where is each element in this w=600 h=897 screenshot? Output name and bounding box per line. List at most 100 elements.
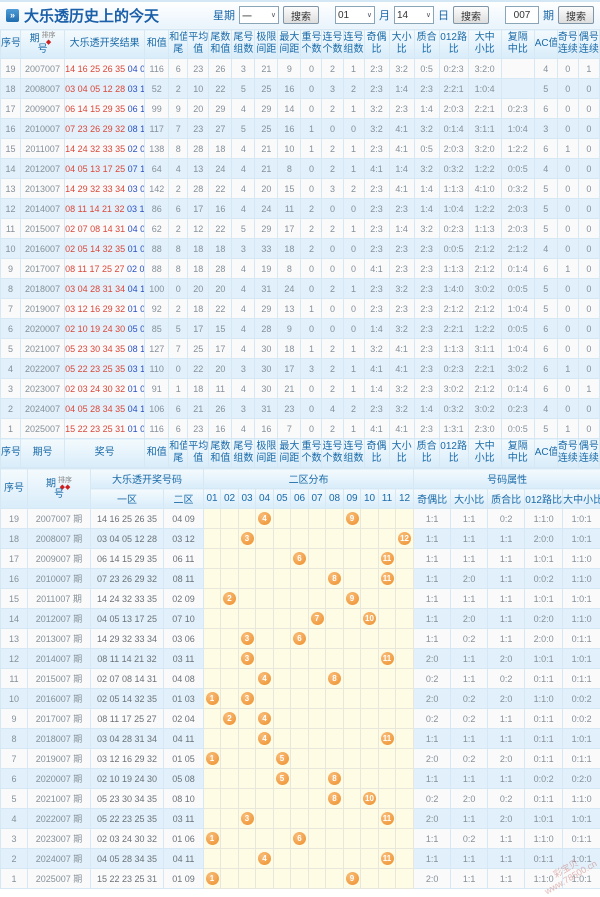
value-cell: 4	[232, 319, 255, 339]
distribution-cell: 11	[379, 729, 396, 749]
value-cell: 2	[322, 279, 343, 299]
value-cell: 1:4	[364, 379, 389, 399]
back-number-ball: 8	[328, 792, 341, 805]
week-search-button[interactable]: 搜索	[283, 6, 319, 24]
attr-value-cell: 1:1	[451, 849, 488, 869]
table-row: 4202200705 22 23 25 35 03 11110022203301…	[1, 359, 600, 379]
chevron-down-icon: ∨	[367, 11, 372, 19]
attr-value-cell: 1:1	[414, 569, 451, 589]
value-cell: 2:1:2	[468, 379, 501, 399]
value-cell: 2:1:2	[501, 239, 534, 259]
column-header: 奇号连续	[557, 439, 578, 468]
issue-search-button[interactable]: 搜索	[558, 6, 594, 24]
back-number-ball: 4	[258, 852, 271, 865]
value-cell: 0	[301, 99, 322, 119]
period-cell: 2024007	[21, 399, 65, 419]
attr-value-cell: 1:0:1	[563, 869, 600, 889]
column-header: 连号个数	[322, 30, 343, 59]
attr-value-cell: 1:1	[488, 729, 525, 749]
header-line: 尾号	[232, 441, 254, 453]
attr-value-cell: 0:2:0	[563, 769, 600, 789]
value-cell: 0	[301, 419, 322, 439]
header-line: 平均	[188, 441, 208, 453]
header-line: 比	[440, 44, 468, 56]
value-cell: 2:3	[414, 239, 439, 259]
front-numbers: 05 23 30 34 35	[65, 344, 125, 354]
sort-label[interactable]: 排序	[42, 32, 56, 39]
value-cell: 11	[278, 199, 301, 219]
table-row: 122014007 期08 11 14 21 3203 113112:01:12…	[1, 649, 600, 669]
value-cell: 4:1	[364, 159, 389, 179]
value-cell: 0	[322, 299, 343, 319]
front-zone-cell: 05 22 23 25 35	[91, 809, 164, 829]
column-header: 平均值	[188, 439, 209, 468]
period-cell: 2023007	[21, 379, 65, 399]
sort-label[interactable]: 排序	[58, 477, 72, 484]
day-select[interactable]: 14 ∨	[394, 6, 434, 24]
issue-input[interactable]	[505, 6, 539, 24]
value-cell: 0:5	[414, 139, 439, 159]
date-search-button[interactable]: 搜索	[453, 6, 489, 24]
value-cell: 0:5	[414, 59, 439, 79]
header-line: 期排序◆	[21, 32, 64, 44]
attr-value-cell: 0:1:1	[563, 669, 600, 689]
distribution-cell: 9	[344, 589, 361, 609]
distribution-cell	[344, 629, 361, 649]
distribution-cell	[309, 589, 326, 609]
result-cell: 02 05 14 32 35 01 03	[65, 239, 145, 259]
distribution-cell	[361, 849, 379, 869]
seq-cell: 19	[1, 59, 21, 79]
value-cell: 1:2:2	[468, 319, 501, 339]
period-cell: 2015007 期	[28, 669, 91, 689]
distribution-cell	[344, 809, 361, 829]
value-cell: 2:2:1	[439, 79, 468, 99]
attr-value-cell: 0:1:1	[525, 849, 563, 869]
distribution-cell	[396, 869, 414, 889]
week-select[interactable]: 一 ∨	[239, 6, 279, 24]
distribution-cell	[204, 789, 221, 809]
back-zone-cell: 04 11	[164, 849, 204, 869]
distribution-cell	[309, 729, 326, 749]
attr-value-cell: 1:0:1	[563, 509, 600, 529]
distribution-cell	[361, 669, 379, 689]
column-header: 平均值	[188, 30, 209, 59]
header-line: 组数	[232, 44, 254, 56]
value-cell: 1	[343, 339, 364, 359]
front-numbers: 02 05 14 32 35	[65, 244, 125, 254]
value-cell: 9	[278, 59, 301, 79]
header-line: 值	[188, 44, 208, 56]
distribution-cell	[291, 569, 309, 589]
value-cell: 2:1:2	[439, 299, 468, 319]
value-cell: 0	[557, 279, 578, 299]
attr-value-cell: 1:0:1	[563, 649, 600, 669]
result-cell: 07 23 26 29 32 08 11	[65, 119, 145, 139]
month-select[interactable]: 01 ∨	[335, 6, 375, 24]
distribution-cell	[379, 869, 396, 889]
value-cell: 30	[255, 339, 278, 359]
value-cell: 20	[209, 279, 232, 299]
distribution-cell	[396, 589, 414, 609]
value-cell: 7	[169, 119, 188, 139]
header-line: 复隔	[502, 441, 534, 453]
front-zone-cell: 02 05 14 32 35	[91, 689, 164, 709]
attr-value-cell: 1:1	[488, 609, 525, 629]
seq-cell: 18	[1, 79, 21, 99]
value-cell: 4	[232, 179, 255, 199]
column-header-sortable[interactable]: 期排序◆◆号	[28, 469, 91, 509]
back-number-ball: 8	[328, 672, 341, 685]
table-row: 112015007 期02 07 08 14 3104 08480:21:10:…	[1, 669, 600, 689]
attr-value-cell: 1:1:0	[563, 569, 600, 589]
value-cell: 9	[278, 319, 301, 339]
column-header: 连号组数	[343, 439, 364, 468]
front-zone-cell: 03 12 16 29 32	[91, 749, 164, 769]
back-zone-cell: 01 05	[164, 749, 204, 769]
zone1-header: 一区	[91, 489, 164, 509]
column-header: 尾数和值	[209, 30, 232, 59]
seq-cell: 13	[1, 179, 21, 199]
table-row: 172009007 期06 14 15 29 3506 116111:11:11…	[1, 549, 600, 569]
value-cell: 4	[232, 339, 255, 359]
result-cell: 03 12 16 29 32 01 05	[65, 299, 145, 319]
value-cell: 1:4	[364, 319, 389, 339]
value-cell: 2:3:0	[468, 419, 501, 439]
column-header-sortable[interactable]: 期排序◆号	[21, 30, 65, 59]
